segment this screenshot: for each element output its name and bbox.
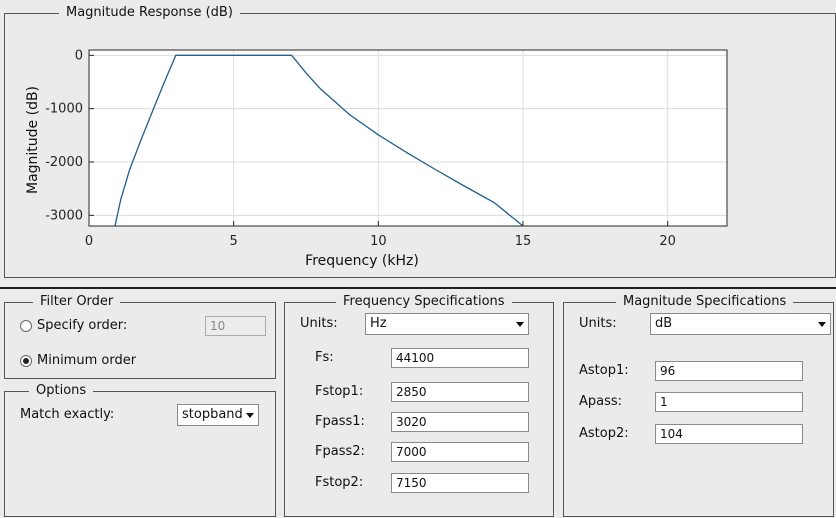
- x-tick-label: 15: [515, 234, 532, 249]
- x-tick-label: 0: [85, 234, 93, 249]
- x-tick-label: 5: [230, 234, 238, 249]
- magnitude-specifications-title: Magnitude Specifications: [616, 294, 794, 310]
- match-exactly-select[interactable]: stopband: [177, 404, 259, 426]
- minimum-order-radio[interactable]: [20, 355, 32, 367]
- fstop1-input[interactable]: 2850: [391, 382, 529, 402]
- apass-input[interactable]: 1: [655, 392, 803, 412]
- order-input[interactable]: 10: [205, 316, 266, 336]
- specify-order-radio[interactable]: [20, 320, 32, 332]
- chevron-down-icon: [818, 322, 826, 327]
- mag-units-label: Units:: [579, 316, 617, 331]
- x-axis-label: Frequency (kHz): [305, 253, 419, 269]
- fs-label: Fs:: [315, 350, 334, 365]
- minimum-order-label[interactable]: Minimum order: [37, 353, 136, 369]
- fstop2-label: Fstop2:: [315, 475, 364, 490]
- y-tick-label: -2000: [45, 155, 83, 170]
- freq-units-select[interactable]: Hz: [365, 313, 529, 335]
- astop1-label: Astop1:: [579, 363, 629, 378]
- options-group: Options Match exactly: stopband: [4, 383, 276, 517]
- y-tick-label: -3000: [45, 208, 83, 223]
- match-exactly-value: stopband: [182, 407, 243, 422]
- astop2-input[interactable]: 104: [655, 424, 803, 444]
- match-exactly-label: Match exactly:: [20, 407, 115, 422]
- magnitude-response-panel: Magnitude Response (dB) 0 5 10 15 20 0 -1000 -2…: [4, 5, 836, 278]
- plot-area: [89, 50, 727, 226]
- filter-order-group: Filter Order Specify order: 10 Minimum o…: [4, 294, 276, 379]
- x-tick-label: 20: [659, 234, 676, 249]
- fstop1-label: Fstop1:: [315, 384, 364, 399]
- fpass2-input[interactable]: 7000: [391, 442, 529, 462]
- astop2-label: Astop2:: [579, 426, 629, 441]
- mag-units-select[interactable]: dB: [650, 313, 831, 335]
- astop1-input[interactable]: 96: [655, 361, 803, 381]
- magnitude-specifications-group: Magnitude Specifications Units: dB Astop…: [563, 294, 834, 517]
- y-axis-label: Magnitude (dB): [25, 86, 41, 194]
- freq-units-label: Units:: [300, 316, 338, 331]
- mag-units-value: dB: [655, 316, 673, 331]
- frequency-specifications-title: Frequency Specifications: [336, 294, 512, 310]
- options-title: Options: [29, 383, 94, 399]
- frequency-specifications-group: Frequency Specifications Units: Hz Fs: 4…: [284, 294, 554, 517]
- freq-units-value: Hz: [370, 316, 387, 331]
- fstop2-input[interactable]: 7150: [391, 473, 529, 493]
- chevron-down-icon: [246, 413, 254, 418]
- filter-order-title: Filter Order: [33, 294, 121, 310]
- fpass2-label: Fpass2:: [315, 444, 365, 459]
- specify-order-label[interactable]: Specify order:: [37, 318, 127, 334]
- section-divider: [0, 287, 836, 289]
- magnitude-response-chart[interactable]: 0 5 10 15 20 0 -1000 -2000 -3000 Frequency (kHz) M…: [5, 17, 835, 277]
- fpass1-input[interactable]: 3020: [391, 412, 529, 432]
- y-tick-label: -1000: [45, 102, 83, 117]
- chevron-down-icon: [516, 322, 524, 327]
- y-tick-label: 0: [75, 48, 83, 63]
- fs-input[interactable]: 44100: [391, 348, 529, 368]
- x-tick-label: 10: [370, 234, 387, 249]
- fpass1-label: Fpass1:: [315, 414, 365, 429]
- apass-label: Apass:: [579, 394, 623, 409]
